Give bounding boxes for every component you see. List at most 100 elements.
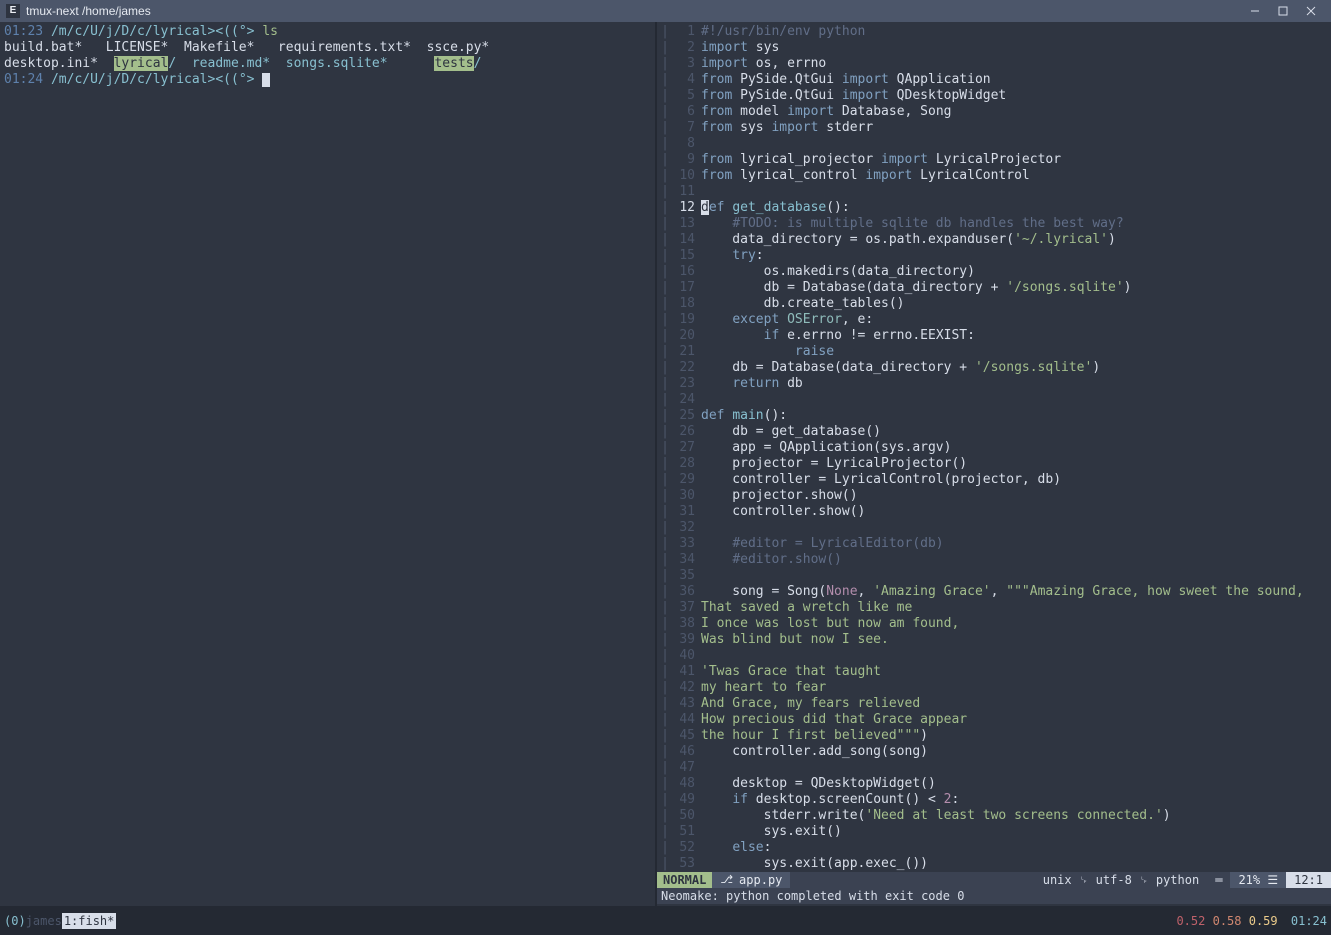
code-line[interactable]: |4from PySide.QtGui import QApplication <box>657 72 1331 88</box>
code-text: controller.show() <box>701 504 865 520</box>
code-line[interactable]: |2import sys <box>657 40 1331 56</box>
code-line[interactable]: |38I once was lost but now am found, <box>657 616 1331 632</box>
code-line[interactable]: |35 <box>657 568 1331 584</box>
code-line[interactable]: |17 db = Database(data_directory + '/son… <box>657 280 1331 296</box>
code-text: projector = LyricalProjector() <box>701 456 967 472</box>
line-number: 2 <box>673 40 701 56</box>
code-line[interactable]: |48 desktop = QDesktopWidget() <box>657 776 1331 792</box>
code-line[interactable]: |14 data_directory = os.path.expanduser(… <box>657 232 1331 248</box>
code-line[interactable]: |47 <box>657 760 1331 776</box>
code-line[interactable]: |30 projector.show() <box>657 488 1331 504</box>
code-line[interactable]: |43And Grace, my fears relieved <box>657 696 1331 712</box>
tmux-panes: 01:23 /m/c/U/j/D/c/lyrical><((°> ls buil… <box>0 22 1331 906</box>
gutter-sign: | <box>657 744 673 760</box>
code-line[interactable]: |50 stderr.write('Need at least two scre… <box>657 808 1331 824</box>
tmux-session-id: (0) <box>4 913 26 929</box>
gutter-sign: | <box>657 696 673 712</box>
code-text: 'Twas Grace that taught <box>701 664 881 680</box>
code-line[interactable]: |51 sys.exit() <box>657 824 1331 840</box>
code-line[interactable]: |45the hour I first believed""") <box>657 728 1331 744</box>
code-line[interactable]: |29 controller = LyricalControl(projecto… <box>657 472 1331 488</box>
line-number: 11 <box>673 184 701 200</box>
code-line[interactable]: |5from PySide.QtGui import QDesktopWidge… <box>657 88 1331 104</box>
minimize-button[interactable] <box>1241 0 1269 22</box>
code-line[interactable]: |10from lyrical_control import LyricalCo… <box>657 168 1331 184</box>
code-line[interactable]: |11 <box>657 184 1331 200</box>
code-line[interactable]: |33 #editor = LyricalEditor(db) <box>657 536 1331 552</box>
gutter-sign: | <box>657 168 673 184</box>
code-line[interactable]: |49 if desktop.screenCount() < 2: <box>657 792 1331 808</box>
code-text: except OSError, e: <box>701 312 873 328</box>
code-line[interactable]: |42my heart to fear <box>657 680 1331 696</box>
code-line[interactable]: |36 song = Song(None, 'Amazing Grace', "… <box>657 584 1331 600</box>
tmux-window-active[interactable]: 1:fish* <box>62 913 117 929</box>
gutter-sign: | <box>657 552 673 568</box>
code-line[interactable]: |46 controller.add_song(song) <box>657 744 1331 760</box>
line-number: 42 <box>673 680 701 696</box>
code-text: my heart to fear <box>701 680 826 696</box>
code-line[interactable]: |41'Twas Grace that taught <box>657 664 1331 680</box>
gutter-sign: | <box>657 296 673 312</box>
code-line[interactable]: |9from lyrical_projector import LyricalP… <box>657 152 1331 168</box>
line-number: 28 <box>673 456 701 472</box>
code-line[interactable]: |28 projector = LyricalProjector() <box>657 456 1331 472</box>
gutter-sign: | <box>657 808 673 824</box>
code-line[interactable]: |3import os, errno <box>657 56 1331 72</box>
code-line[interactable]: |32 <box>657 520 1331 536</box>
shell-pane[interactable]: 01:23 /m/c/U/j/D/c/lyrical><((°> ls buil… <box>0 22 655 906</box>
gutter-sign: | <box>657 72 673 88</box>
code-line[interactable]: |19 except OSError, e: <box>657 312 1331 328</box>
code-line[interactable]: |44How precious did that Grace appear <box>657 712 1331 728</box>
gutter-sign: | <box>657 776 673 792</box>
code-text: I once was lost but now am found, <box>701 616 959 632</box>
maximize-button[interactable] <box>1269 0 1297 22</box>
code-line[interactable]: |25def main(): <box>657 408 1331 424</box>
code-line[interactable]: |22 db = Database(data_directory + '/son… <box>657 360 1331 376</box>
line-number: 40 <box>673 648 701 664</box>
gutter-sign: | <box>657 136 673 152</box>
gutter-sign: | <box>657 312 673 328</box>
code-line[interactable]: |31 controller.show() <box>657 504 1331 520</box>
line-number: 31 <box>673 504 701 520</box>
code-line[interactable]: |26 db = get_database() <box>657 424 1331 440</box>
code-line[interactable]: |7from sys import stderr <box>657 120 1331 136</box>
code-line[interactable]: |40 <box>657 648 1331 664</box>
gutter-sign: | <box>657 376 673 392</box>
code-text: raise <box>701 344 834 360</box>
ls-output-row2: desktop.ini* lyrical/ readme.md* songs.s… <box>4 56 651 72</box>
code-line[interactable]: |52 else: <box>657 840 1331 856</box>
line-number: 29 <box>673 472 701 488</box>
code-line[interactable]: |18 db.create_tables() <box>657 296 1331 312</box>
line-number: 5 <box>673 88 701 104</box>
code-line[interactable]: |16 os.makedirs(data_directory) <box>657 264 1331 280</box>
code-line[interactable]: |21 raise <box>657 344 1331 360</box>
editor-pane[interactable]: |1#!/usr/bin/env python|2import sys|3imp… <box>657 22 1331 906</box>
code-line[interactable]: |53 sys.exit(app.exec_()) <box>657 856 1331 872</box>
vim-scroll-icon: ═ <box>1207 872 1230 888</box>
code-line[interactable]: |15 try: <box>657 248 1331 264</box>
code-line[interactable]: |1#!/usr/bin/env python <box>657 24 1331 40</box>
code-line[interactable]: |6from model import Database, Song <box>657 104 1331 120</box>
code-line[interactable]: |37That saved a wretch like me <box>657 600 1331 616</box>
code-line[interactable]: |34 #editor.show() <box>657 552 1331 568</box>
gutter-sign: | <box>657 88 673 104</box>
code-line[interactable]: |8 <box>657 136 1331 152</box>
vim-fileinfo: unix ␊ utf-8 ␊ python <box>1035 872 1207 888</box>
close-button[interactable] <box>1297 0 1325 22</box>
line-number: 30 <box>673 488 701 504</box>
code-line[interactable]: |13 #TODO: is multiple sqlite db handles… <box>657 216 1331 232</box>
code-area[interactable]: |1#!/usr/bin/env python|2import sys|3imp… <box>657 24 1331 872</box>
code-line[interactable]: |27 app = QApplication(sys.argv) <box>657 440 1331 456</box>
gutter-sign: | <box>657 616 673 632</box>
code-text: desktop = QDesktopWidget() <box>701 776 936 792</box>
code-line[interactable]: |23 return db <box>657 376 1331 392</box>
line-number: 10 <box>673 168 701 184</box>
gutter-sign: | <box>657 248 673 264</box>
code-text: How precious did that Grace appear <box>701 712 967 728</box>
code-line[interactable]: |12def get_database(): <box>657 200 1331 216</box>
code-line[interactable]: |39Was blind but now I see. <box>657 632 1331 648</box>
vim-filename: ⎇app.py <box>712 872 790 888</box>
code-line[interactable]: |24 <box>657 392 1331 408</box>
shell-prompt[interactable]: 01:24 /m/c/U/j/D/c/lyrical><((°> <box>4 72 651 88</box>
code-line[interactable]: |20 if e.errno != errno.EEXIST: <box>657 328 1331 344</box>
